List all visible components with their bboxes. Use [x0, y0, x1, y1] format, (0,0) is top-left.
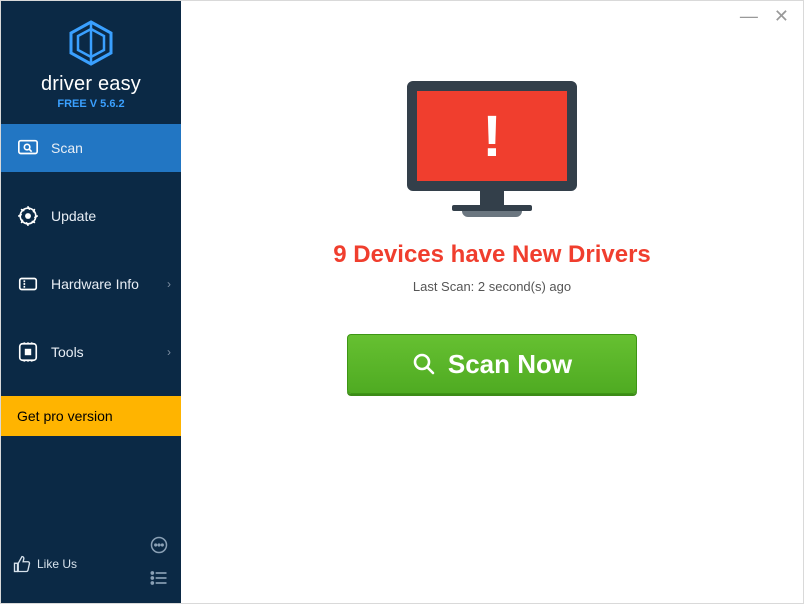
sidebar-item-update[interactable]: Update: [1, 192, 181, 240]
tools-icon: [17, 341, 39, 363]
like-us-button[interactable]: Like Us: [13, 555, 77, 573]
sidebar: driver easy FREE V 5.6.2 Scan: [1, 1, 181, 603]
nav-list: Scan Update: [1, 124, 181, 396]
sidebar-item-scan[interactable]: Scan: [1, 124, 181, 172]
like-us-label: Like Us: [37, 557, 77, 571]
update-icon: [17, 205, 39, 227]
title-bar: — ✕: [726, 1, 803, 31]
brand-block: driver easy FREE V 5.6.2: [1, 1, 181, 114]
thumbs-up-icon: [13, 555, 31, 573]
sidebar-item-label: Tools: [51, 344, 84, 360]
chevron-right-icon: ›: [167, 345, 171, 359]
brand-name: driver easy: [41, 73, 141, 96]
alert-screen: !: [407, 81, 577, 191]
monitor-graphic: !: [407, 81, 577, 217]
sidebar-item-label: Scan: [51, 140, 83, 156]
last-scan-text: Last Scan: 2 second(s) ago: [413, 279, 571, 294]
sidebar-footer: Like Us: [1, 535, 181, 593]
footer-icon-group: [149, 535, 169, 593]
search-icon: [412, 352, 436, 376]
get-pro-button[interactable]: Get pro version: [1, 396, 181, 436]
monitor-shadow: [462, 211, 522, 217]
sidebar-item-label: Update: [51, 208, 96, 224]
status-title: 9 Devices have New Drivers: [333, 241, 651, 269]
exclamation-icon: !: [482, 103, 501, 170]
get-pro-label: Get pro version: [17, 408, 113, 424]
main-panel: ! 9 Devices have New Drivers Last Scan: …: [181, 1, 803, 603]
scan-icon: [17, 137, 39, 159]
minimize-button[interactable]: —: [740, 7, 758, 25]
brand-logo-icon: [67, 19, 115, 67]
menu-list-icon[interactable]: [149, 568, 169, 593]
brand-version: FREE V 5.6.2: [57, 98, 124, 110]
sidebar-item-hardware-info[interactable]: Hardware Info ›: [1, 260, 181, 308]
scan-now-label: Scan Now: [448, 349, 572, 380]
close-button[interactable]: ✕: [774, 7, 789, 25]
app-window: — ✕ driver easy FREE V 5.6.2: [0, 0, 804, 604]
feedback-icon[interactable]: [149, 535, 169, 560]
scan-now-button[interactable]: Scan Now: [347, 334, 637, 394]
hardware-info-icon: [17, 273, 39, 295]
monitor-neck: [480, 191, 504, 205]
chevron-right-icon: ›: [167, 277, 171, 291]
sidebar-item-tools[interactable]: Tools ›: [1, 328, 181, 376]
sidebar-item-label: Hardware Info: [51, 276, 139, 292]
